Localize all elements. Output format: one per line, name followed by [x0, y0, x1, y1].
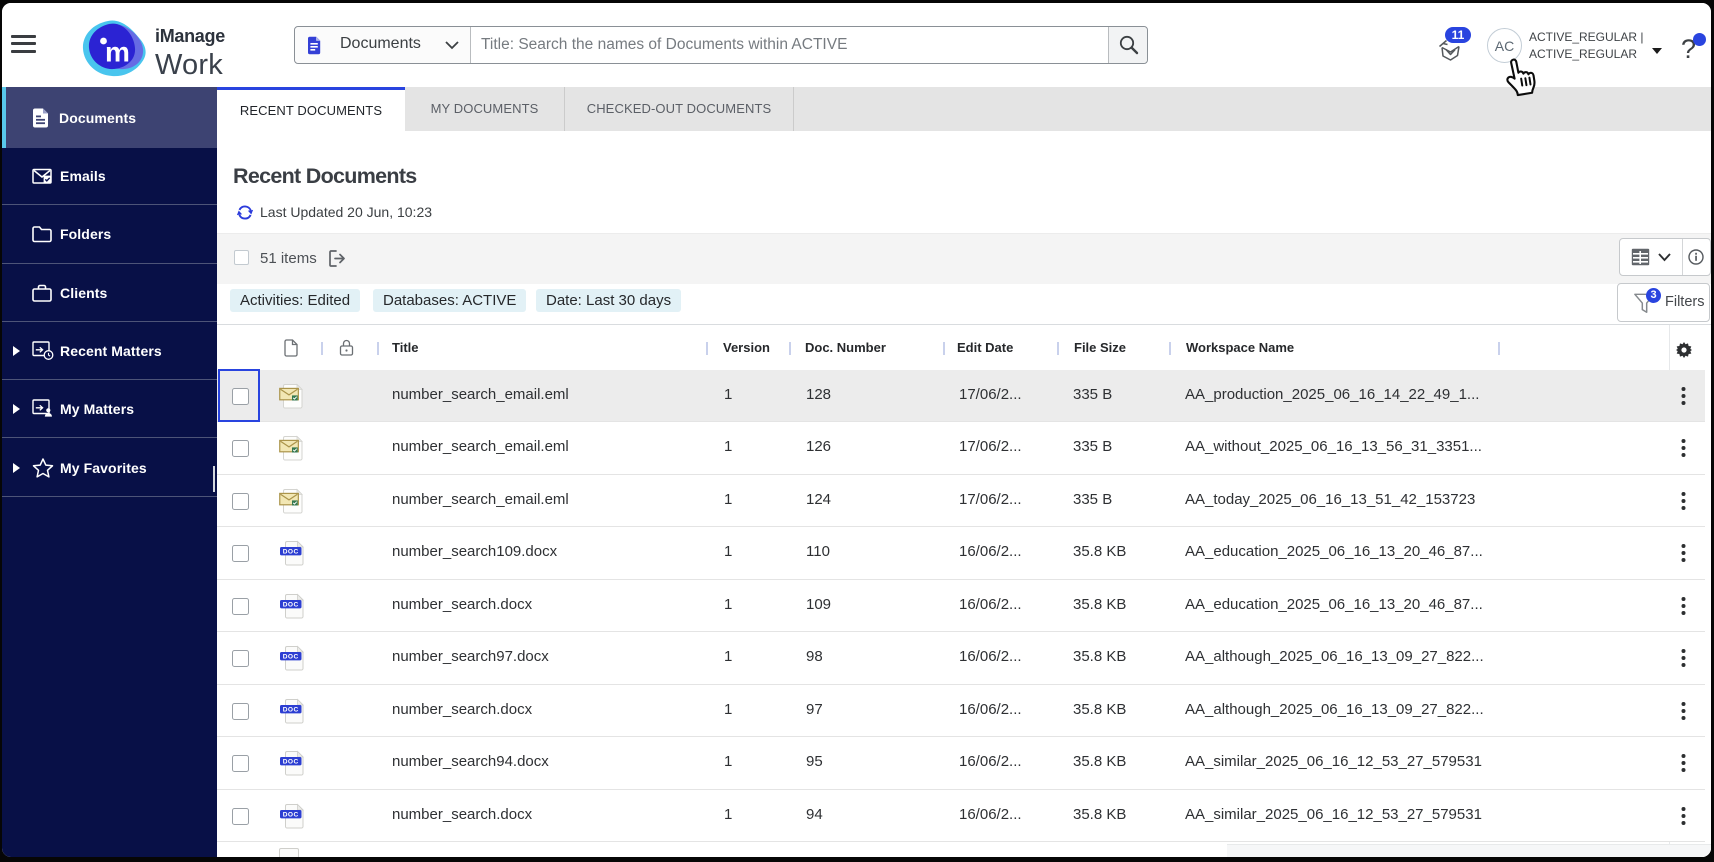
- svg-text:DOC: DOC: [283, 811, 299, 818]
- svg-text:DOC: DOC: [283, 706, 299, 713]
- svg-text:DOC: DOC: [283, 601, 299, 608]
- svg-text:DOC: DOC: [283, 548, 299, 555]
- svg-text:DOC: DOC: [283, 758, 299, 765]
- svg-text:DOC: DOC: [283, 653, 299, 660]
- svg-text:m: m: [105, 37, 130, 68]
